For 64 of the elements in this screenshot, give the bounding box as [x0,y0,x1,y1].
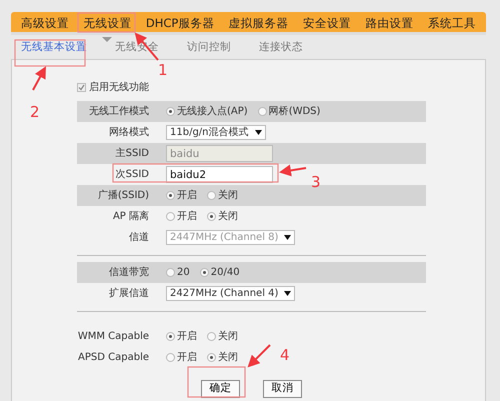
radio-label: 开启 [177,188,197,203]
radio-label: 开启 [177,210,197,224]
radio-button[interactable] [166,212,175,221]
field-label: 网络模式 [108,126,149,140]
radio-button[interactable] [166,353,175,362]
arrow [279,164,306,176]
caret-icon [254,130,262,135]
dropdown[interactable]: 11b/g/n混合模式 [166,125,266,140]
nav-tab[interactable]: DHCP服务器 [146,12,214,43]
radio-button[interactable] [166,107,175,116]
step-number: 3 [311,175,321,190]
radio-button[interactable] [207,332,216,341]
radio-label: 20/40 [210,266,240,280]
radio-label: 关闭 [218,330,238,344]
checkbox[interactable] [77,83,86,92]
field-label: WMM Capable [77,330,149,344]
field-label: 主SSID [114,146,149,161]
radio-button[interactable] [166,332,175,341]
step-number: 1 [158,63,168,78]
arrow [248,344,271,368]
checkbox-label: 启用无线功能 [89,80,149,95]
field-label: 广播(SSID) [96,188,149,203]
highlight-box [77,12,136,33]
nav-tab[interactable]: 系统工具 [428,12,476,43]
nav-tab[interactable]: 虚拟服务器 [228,12,289,43]
nav-tab[interactable]: 无线设置 [83,12,132,43]
confirm-button[interactable]: 确定 [201,380,240,398]
cancel-button[interactable]: 取消 [263,380,302,398]
sub-tab[interactable]: 连接状态 [253,40,311,53]
nav-tab[interactable]: 高级设置 [21,12,69,43]
highlight-box [187,366,246,398]
radio-label: 关闭 [218,188,238,203]
step-number: 4 [280,348,290,363]
highlight-box [14,39,86,67]
radio-label: 开启 [177,330,197,344]
radio-label: 20 [177,266,190,280]
arrow [32,66,46,90]
nav-tab[interactable]: 路由设置 [366,12,414,43]
input-field[interactable]: baidu2 [166,166,273,183]
radio-label: 关闭 [218,350,238,365]
radio-label: 网桥(WDS) [268,104,320,119]
field-label: 次SSID [114,168,149,182]
field-label: 信道 [128,231,149,245]
field-label: 信道带宽 [108,266,149,280]
caret-icon [284,291,292,296]
nav-tab[interactable]: 安全设置 [303,12,352,43]
radio-label: 无线接入点(AP) [177,104,248,119]
radio-button[interactable] [166,191,175,200]
radio-button[interactable] [207,212,216,221]
radio-button[interactable] [207,191,216,200]
field-label: 无线工作模式 [88,104,149,119]
sub-tab[interactable]: 访问控制 [181,40,239,53]
radio-label: 关闭 [218,210,238,224]
step-number: 2 [30,105,40,120]
radio-button[interactable] [258,107,267,116]
radio-button[interactable] [166,268,175,277]
caret-icon [284,235,292,240]
field-label: 扩展信道 [108,286,149,301]
field-label: APSD Capable [77,351,149,365]
dropdown[interactable]: 2427MHz (Channel 4) [166,286,296,301]
radio-button[interactable] [207,353,216,362]
radio-label: 开启 [177,350,197,365]
field-label: AP 隔离 [112,210,149,224]
radio-button[interactable] [200,268,209,277]
